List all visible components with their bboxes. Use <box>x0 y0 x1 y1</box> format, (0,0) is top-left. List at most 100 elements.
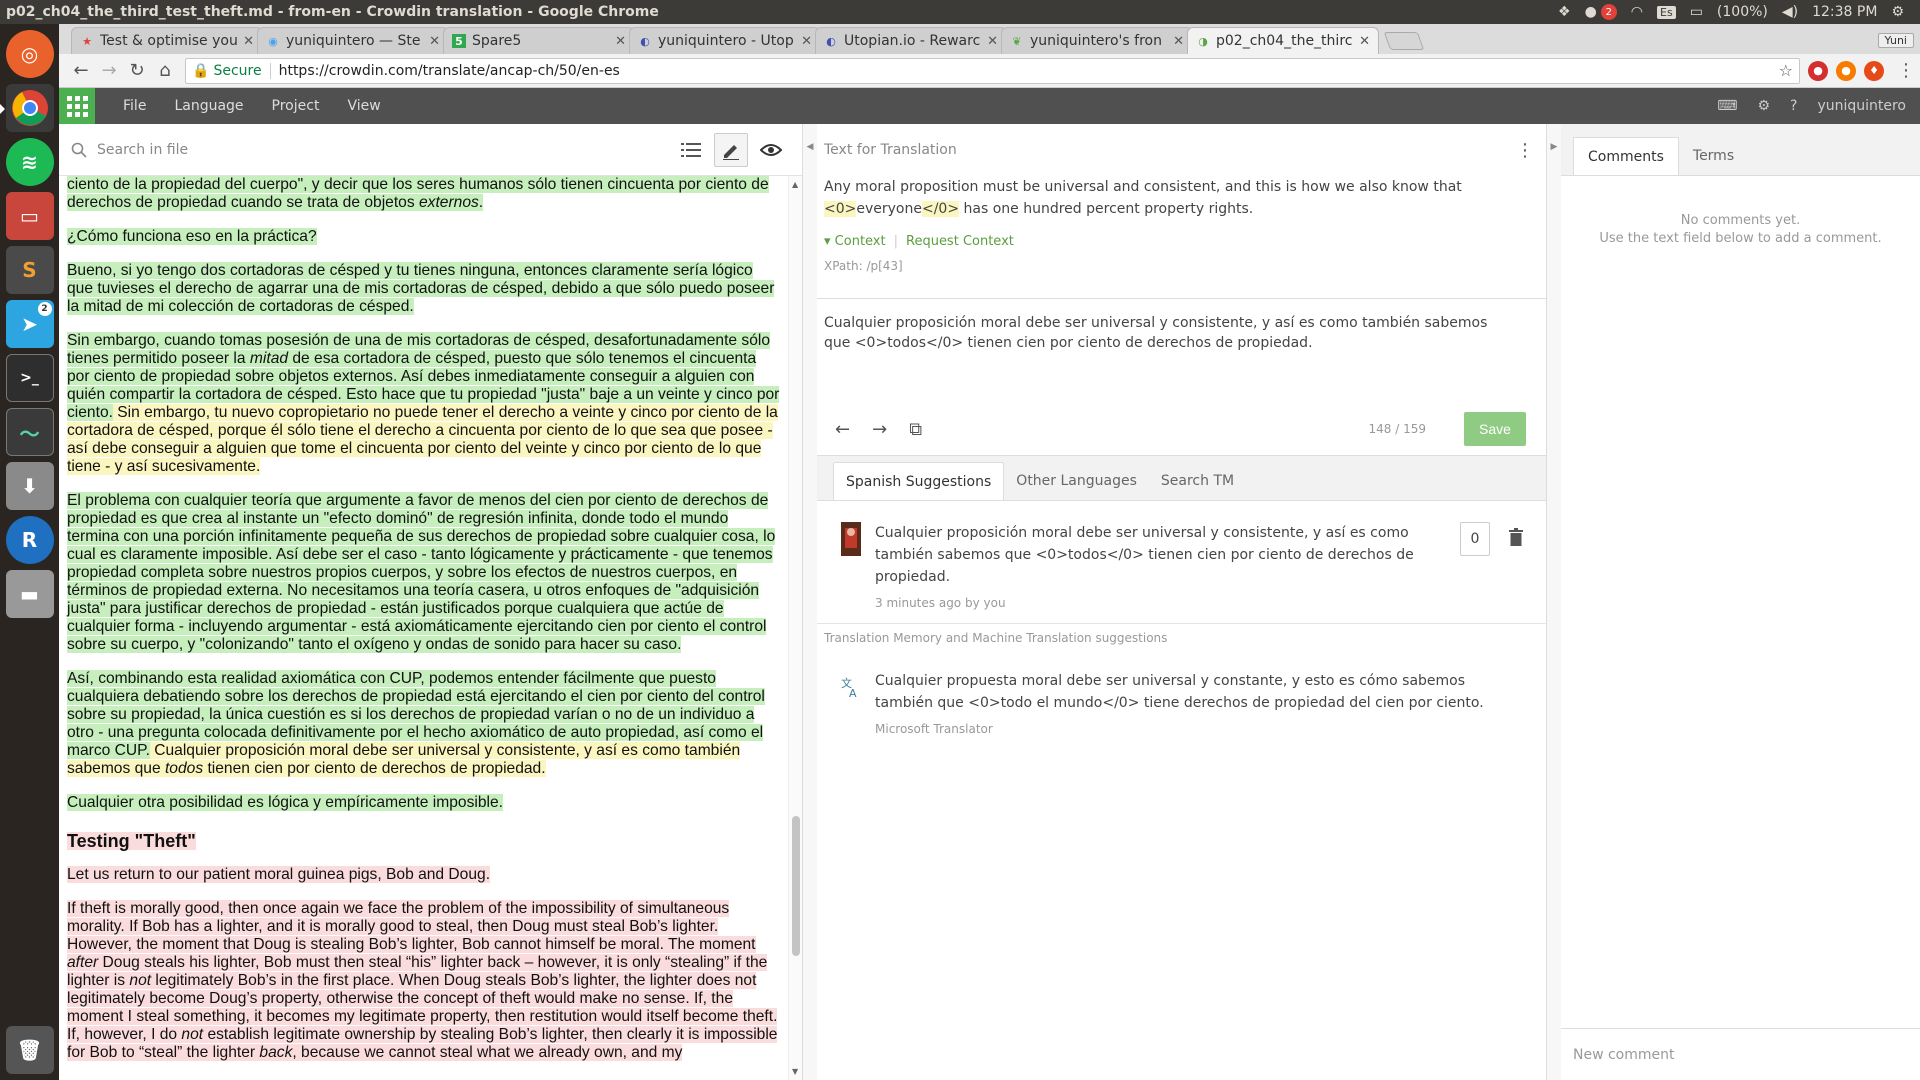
terminal-icon[interactable]: >_ <box>5 354 54 402</box>
menu-view[interactable]: View <box>333 98 394 114</box>
new-tab-button[interactable] <box>1383 32 1425 50</box>
scroll-down-icon[interactable]: ▼ <box>792 1067 798 1076</box>
forward-icon[interactable]: → <box>95 57 123 85</box>
close-icon[interactable]: ✕ <box>1359 34 1370 49</box>
new-comment-input[interactable]: New comment <box>1561 1028 1920 1080</box>
url-input[interactable]: 🔒 Secure https://crowdin.com/translate/a… <box>185 57 1800 84</box>
extension-icon[interactable]: ♦ <box>1864 60 1884 81</box>
copy-source-icon[interactable]: ⧉ <box>909 419 922 440</box>
tab-other-languages[interactable]: Other Languages <box>1004 462 1149 500</box>
reload-icon[interactable]: ↻ <box>123 57 151 85</box>
bookmark-star-icon[interactable]: ☆ <box>1779 61 1793 80</box>
paragraph[interactable]: Sin embargo, cuando tomas posesión de un… <box>67 332 780 476</box>
collapse-left-handle[interactable]: ◀ <box>803 124 817 1080</box>
collapse-right-handle[interactable]: ▶ <box>1547 124 1561 1080</box>
tab-comments[interactable]: Comments <box>1573 137 1679 175</box>
browser-tab[interactable]: ❦ yuniquintero's fron ✕ <box>1001 27 1193 54</box>
edit-mode-icon[interactable] <box>714 132 748 167</box>
back-icon[interactable]: ← <box>67 57 95 85</box>
context-toggle[interactable]: ▾ Context <box>824 234 886 249</box>
arrow-right-icon[interactable]: → <box>872 419 887 440</box>
extension-icon[interactable]: ● <box>1836 60 1856 81</box>
notification-icon[interactable]: ● <box>1585 4 1597 20</box>
browser-tab[interactable]: ◐ Utopian.io - Rewarc ✕ <box>815 27 1007 54</box>
utopian-icon: ◐ <box>640 34 650 48</box>
close-icon[interactable]: ✕ <box>243 34 254 49</box>
close-icon[interactable]: ✕ <box>1173 34 1184 49</box>
profile-button[interactable]: Yuni <box>1877 33 1914 48</box>
more-options-icon[interactable]: ⋮ <box>1516 140 1534 161</box>
installer-icon[interactable]: ⬇ <box>5 462 54 510</box>
browser-tab[interactable]: ★ Test & optimise you ✕ <box>71 27 263 54</box>
extension-icon[interactable]: ● <box>1808 60 1828 81</box>
suggestion-item[interactable]: Cualquier proposición moral debe ser uni… <box>817 522 1546 614</box>
telegram-icon[interactable]: ➤ 2 <box>5 300 54 348</box>
drive-icon[interactable]: ▬ <box>5 570 54 618</box>
trash-icon[interactable]: 🗑 <box>5 1026 54 1074</box>
vote-count[interactable]: 0 <box>1460 522 1490 556</box>
close-icon[interactable]: ✕ <box>615 34 626 49</box>
browser-tab[interactable]: ◉ yuniquintero — Ste ✕ <box>257 27 449 54</box>
telegram-badge: 2 <box>37 302 52 316</box>
search-in-file[interactable]: Search in file <box>71 142 674 158</box>
chrome-menu-icon[interactable]: ⋮ <box>1892 57 1920 85</box>
browser-tab-active[interactable]: ◑ p02_ch04_the_thirc ✕ <box>1187 27 1379 54</box>
chevron-left-icon: ◀ <box>806 142 814 152</box>
scrollbar-thumb[interactable] <box>792 816 800 956</box>
paragraph[interactable]: ciento de la propiedad del cuerpo", y de… <box>67 176 780 212</box>
ubuntu-dash-icon[interactable]: ◎ <box>5 30 54 78</box>
request-context-link[interactable]: Request Context <box>906 234 1014 249</box>
chrome-icon[interactable] <box>0 84 54 132</box>
clock[interactable]: 12:38 PM <box>1812 4 1877 20</box>
translation-textarea[interactable]: Cualquier proposición moral debe ser uni… <box>817 298 1546 398</box>
source-panel: Search in file ciento de la propiedad de… <box>59 124 803 1080</box>
spotify-icon[interactable]: ≋ <box>5 138 54 186</box>
keyboard-layout[interactable]: Es <box>1657 5 1676 19</box>
paragraph[interactable]: Bueno, si yo tengo dos cortadoras de cés… <box>67 262 780 316</box>
scroll-up-icon[interactable]: ▲ <box>792 180 798 189</box>
gear-icon[interactable]: ⚙ <box>1757 98 1770 114</box>
section-heading[interactable]: Testing "Theft" <box>67 832 196 850</box>
menu-language[interactable]: Language <box>160 98 257 114</box>
close-icon[interactable]: ✕ <box>801 34 812 49</box>
wifi-icon[interactable]: ◠ <box>1631 4 1643 20</box>
delete-icon[interactable] <box>1506 522 1526 552</box>
tab-spanish-suggestions[interactable]: Spanish Suggestions <box>833 462 1005 500</box>
browser-tab[interactable]: 5 Spare5 ✕ <box>443 27 635 54</box>
sublime-icon[interactable]: S <box>5 246 54 294</box>
mt-suggestion-item[interactable]: 文A Cualquier propuesta moral debe ser un… <box>817 670 1546 740</box>
system-monitor-icon[interactable]: 〜 <box>5 408 54 456</box>
apps-grid-icon[interactable] <box>59 88 95 124</box>
volume-icon[interactable]: ◀) <box>1782 4 1798 20</box>
help-icon[interactable]: ? <box>1790 98 1797 114</box>
files-icon[interactable]: ▭ <box>5 192 54 240</box>
power-icon[interactable]: ⚙ <box>1891 4 1904 20</box>
browser-tab[interactable]: ◐ yuniquintero - Utop ✕ <box>629 27 821 54</box>
paragraph[interactable]: El problema con cualquier teoría que arg… <box>67 492 780 654</box>
save-button[interactable]: Save <box>1464 412 1526 446</box>
paragraph[interactable]: ¿Cómo funciona eso en la práctica? <box>67 228 780 246</box>
menu-file[interactable]: File <box>109 98 160 114</box>
paragraph[interactable]: Así, combinando esta realidad axiomática… <box>67 670 780 778</box>
list-view-icon[interactable] <box>674 133 708 167</box>
address-bar-row: ← → ↻ ⌂ 🔒 Secure https://crowdin.com/tra… <box>59 54 1920 88</box>
secure-indicator[interactable]: 🔒 Secure <box>192 63 262 79</box>
menu-project[interactable]: Project <box>258 98 334 114</box>
source-string: Any moral proposition must be universal … <box>824 179 1462 217</box>
close-icon[interactable]: ✕ <box>987 34 998 49</box>
close-icon[interactable]: ✕ <box>429 34 440 49</box>
battery-icon[interactable]: ▭ <box>1690 4 1703 20</box>
paragraph[interactable]: Let us return to our patient moral guine… <box>67 866 780 884</box>
r-icon[interactable]: R <box>5 516 54 564</box>
source-scrollbar[interactable]: ▲ ▼ <box>788 176 802 1080</box>
home-icon[interactable]: ⌂ <box>151 57 179 85</box>
tab-search-tm[interactable]: Search TM <box>1149 462 1246 500</box>
user-menu[interactable]: yuniquintero <box>1817 98 1906 114</box>
dropbox-icon[interactable]: ❖ <box>1558 4 1571 20</box>
arrow-left-icon[interactable]: ← <box>835 419 850 440</box>
paragraph[interactable]: Cualquier otra posibilidad es lógica y e… <box>67 794 780 812</box>
preview-eye-icon[interactable] <box>754 133 788 167</box>
keyboard-icon[interactable]: ⌨ <box>1717 98 1737 114</box>
tab-terms[interactable]: Terms <box>1679 137 1748 175</box>
paragraph[interactable]: If theft is morally good, then once agai… <box>67 900 780 1062</box>
